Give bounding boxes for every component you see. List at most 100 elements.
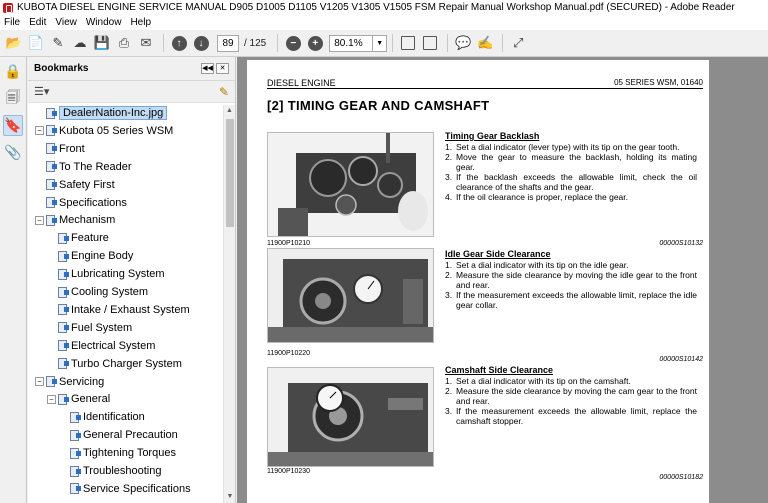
menu-edit[interactable]: Edit xyxy=(29,17,46,28)
idle-gear-photo xyxy=(267,248,434,343)
bookmarks-scrollbar[interactable]: ▲ ▼ xyxy=(223,105,235,503)
bookmark-item[interactable]: Feature xyxy=(58,230,109,246)
bookmark-item[interactable]: Intake / Exhaust System xyxy=(58,302,190,318)
zoom-input[interactable]: 80.1% xyxy=(329,34,374,52)
bookmark-item[interactable]: Electrical System xyxy=(58,338,155,354)
open-icon[interactable]: 📂 xyxy=(4,33,24,53)
fit-width-button[interactable] xyxy=(420,33,440,53)
bookmark-label: DealerNation-Inc.jpg xyxy=(59,106,168,120)
zoom-out-button[interactable]: − xyxy=(283,33,303,53)
bookmark-icon xyxy=(58,232,69,244)
document-area: DIESEL ENGINE 05 SERIES WSM, 01640 [2] T… xyxy=(237,57,768,503)
bookmark-item[interactable]: Engine Body xyxy=(58,248,133,264)
fit-page-icon xyxy=(401,36,416,50)
bookmark-item[interactable]: Identification xyxy=(70,409,145,425)
bookmark-icon xyxy=(70,483,81,495)
bookmark-icon xyxy=(46,161,57,173)
bookmark-item[interactable]: Cooling System xyxy=(58,284,148,300)
bookmark-icon xyxy=(46,376,57,387)
bookmarks-header: Bookmarks ◀◀ ✕ xyxy=(28,57,235,81)
bookmark-label: General Precaution xyxy=(83,429,178,442)
title-bar: KUBOTA DIESEL ENGINE SERVICE MANUAL D905… xyxy=(0,0,768,15)
bookmark-label: General xyxy=(71,393,111,406)
bookmark-icon xyxy=(70,465,81,477)
bookmark-item[interactable]: − Mechanism xyxy=(35,212,115,228)
delete-bookmark-icon[interactable]: ✎ xyxy=(219,85,229,99)
bookmark-label: Identification xyxy=(83,411,145,424)
bookmark-item[interactable]: Specifications xyxy=(46,195,127,211)
bookmark-item[interactable]: DealerNation-Inc.jpg xyxy=(46,105,168,121)
bookmark-icon xyxy=(46,125,57,137)
bookmark-icon xyxy=(58,268,69,280)
zoom-dropdown-button[interactable]: ▼ xyxy=(373,34,388,52)
bookmarks-icon[interactable]: 🔖 xyxy=(3,115,23,136)
menu-file[interactable]: File xyxy=(4,17,20,28)
bookmark-icon xyxy=(70,429,81,441)
email-icon[interactable]: ✉ xyxy=(136,33,156,53)
fit-page-button[interactable] xyxy=(398,33,418,53)
bookmark-label: Servicing xyxy=(59,375,105,388)
attachments-icon[interactable]: 📎 xyxy=(3,142,23,163)
minus-icon: − xyxy=(285,35,301,51)
bookmark-item[interactable]: Lubricating System xyxy=(58,266,165,282)
print-icon[interactable]: ⎙ xyxy=(114,33,134,53)
scroll-up-arrow[interactable]: ▲ xyxy=(224,105,235,117)
bookmark-item[interactable]: − Servicing xyxy=(35,374,104,390)
menu-window[interactable]: Window xyxy=(86,17,122,28)
bookmark-label: Specifications xyxy=(59,196,127,209)
scroll-thumb[interactable] xyxy=(226,119,234,227)
bookmark-icon xyxy=(58,358,69,370)
page-total: / 125 xyxy=(244,37,267,49)
collapse-toggle-icon[interactable]: − xyxy=(35,377,44,386)
toolbar-divider xyxy=(502,34,504,52)
edit-icon[interactable]: ✎ xyxy=(48,33,68,53)
page-number-input[interactable]: 89 xyxy=(217,34,239,52)
bookmark-icon xyxy=(46,107,57,119)
bookmark-item[interactable]: Fuel System xyxy=(58,320,132,336)
section-title: Idle Gear Side Clearance xyxy=(445,249,551,259)
bookmark-label: Kubota 05 Series WSM xyxy=(59,124,174,137)
bookmark-icon xyxy=(58,393,69,405)
bookmark-label: Turbo Charger System xyxy=(71,357,182,370)
menu-help[interactable]: Help xyxy=(130,17,151,28)
zoom-in-button[interactable]: + xyxy=(305,33,325,53)
options-menu-icon[interactable]: ☰▾ xyxy=(34,85,49,98)
bookmark-icon xyxy=(70,411,81,423)
lock-icon[interactable]: 🔒 xyxy=(3,61,23,82)
bookmark-item[interactable]: Troubleshooting xyxy=(70,463,161,479)
collapse-toggle-icon[interactable]: − xyxy=(47,394,56,404)
menu-view[interactable]: View xyxy=(55,17,77,28)
collapse-toggle-icon[interactable]: − xyxy=(35,215,44,225)
bookmark-item[interactable]: Tightening Torques xyxy=(70,445,176,461)
bookmark-item[interactable]: Safety First xyxy=(46,177,115,193)
sign-icon[interactable]: ✍ xyxy=(475,33,495,53)
section-steps: 1. Set a dial indicator with its tip on t… xyxy=(445,260,697,310)
collapse-toggle-icon[interactable]: − xyxy=(35,126,44,136)
pdf-page: DIESEL ENGINE 05 SERIES WSM, 01640 [2] T… xyxy=(247,60,709,503)
menu-bar: File Edit View Window Help xyxy=(0,15,768,30)
previous-page-button[interactable]: ↑ xyxy=(169,33,189,53)
expand-icon[interactable]: ⤢ xyxy=(508,33,528,53)
page-thumbnails-icon[interactable]: 🗐 xyxy=(3,88,23,109)
collapse-panel-button[interactable]: ◀◀ xyxy=(201,63,214,74)
section-steps: 1. Set a dial indicator with its tip on t… xyxy=(445,376,697,426)
save-icon[interactable]: 💾 xyxy=(92,33,112,53)
bookmark-item[interactable]: − General xyxy=(47,391,110,407)
bookmark-item[interactable]: Turbo Charger System xyxy=(58,356,182,372)
fit-width-icon xyxy=(423,36,438,50)
create-pdf-icon[interactable]: 📄 xyxy=(26,33,46,53)
bookmark-item[interactable]: To The Reader xyxy=(46,159,132,175)
comment-icon[interactable]: 💬 xyxy=(453,33,473,53)
close-panel-button[interactable]: ✕ xyxy=(216,63,229,74)
scroll-down-arrow[interactable]: ▼ xyxy=(224,491,236,503)
bookmark-item[interactable]: − Kubota 05 Series WSM xyxy=(35,123,173,139)
bookmark-label: Electrical System xyxy=(71,339,156,352)
bookmark-item[interactable]: General Precaution xyxy=(70,427,178,443)
bookmark-item[interactable]: Service Specifications xyxy=(70,481,191,497)
bookmark-icon xyxy=(46,214,57,226)
cloud-upload-icon[interactable]: ☁ xyxy=(70,33,90,53)
bookmark-item[interactable]: Front xyxy=(46,141,85,157)
bookmark-label: Engine Body xyxy=(71,250,134,263)
bookmark-icon xyxy=(46,179,57,191)
next-page-button[interactable]: ↓ xyxy=(191,33,211,53)
